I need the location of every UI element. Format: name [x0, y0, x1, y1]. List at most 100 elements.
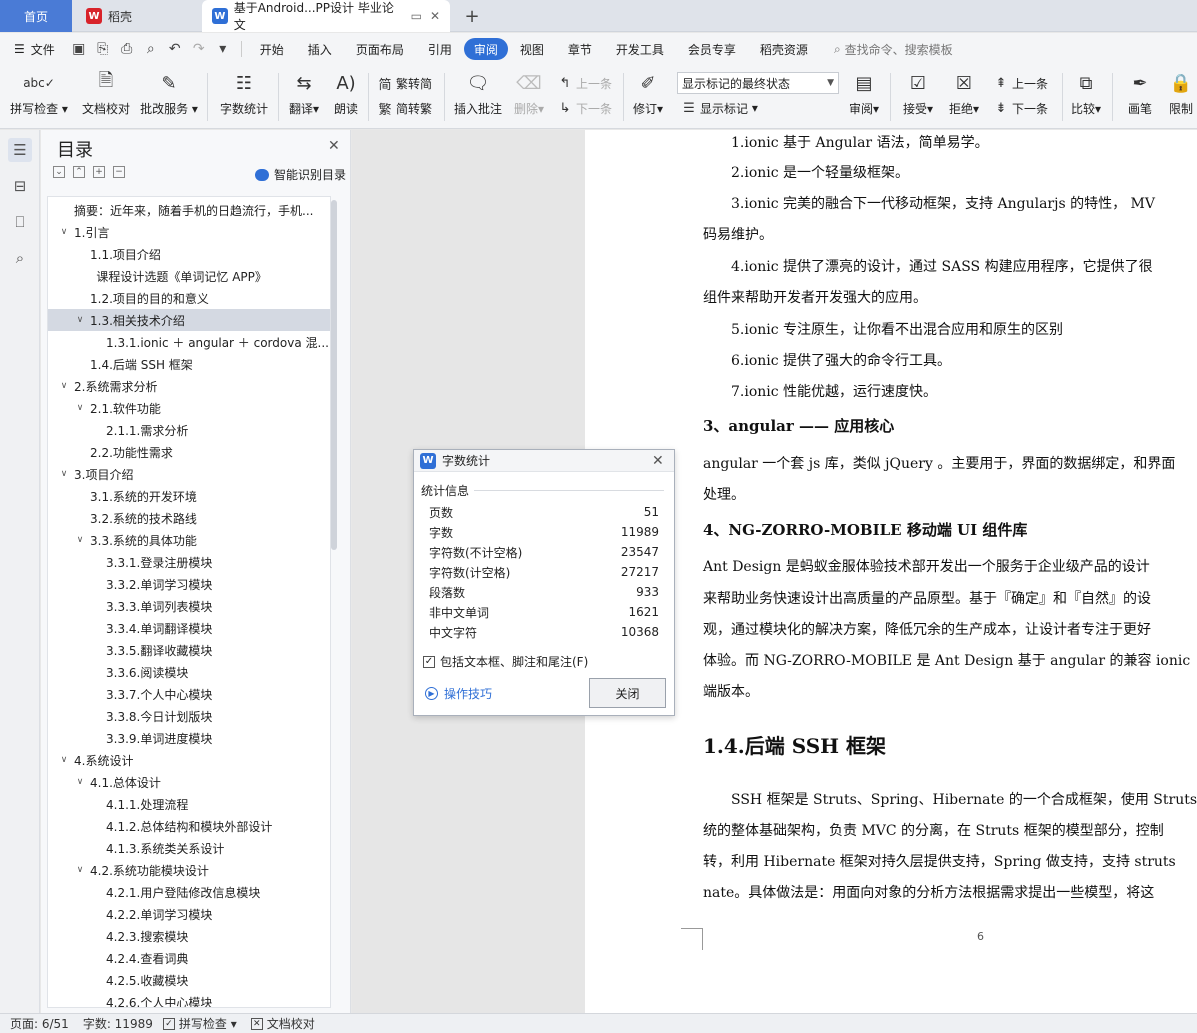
menu-tab[interactable]: 页面布局 — [344, 38, 416, 60]
redo-icon[interactable]: ↷ — [190, 40, 208, 58]
toc-item[interactable]: ∨ 2.系统需求分析 — [48, 375, 330, 397]
document-page[interactable]: 1.ionic 基于 Angular 语法，简单易学。 2.ionic 是一个轻量… — [585, 130, 1197, 1013]
menu-tab[interactable]: 视图 — [508, 38, 556, 60]
chevron-down-icon[interactable]: ∨ — [74, 403, 86, 413]
prev-change-button[interactable]: ⇞ 上一条 — [992, 73, 1048, 93]
toc-item[interactable]: 4.2.5.收藏模块 — [48, 969, 330, 991]
markup-state-select[interactable]: 显示标记的最终状态 ▼ — [677, 72, 839, 94]
tab-active-document[interactable]: W 基于Android...PP设计 毕业论文 ▭ ✕ — [202, 0, 450, 32]
toc-item[interactable]: 4.2.6.个人中心模块 — [48, 991, 330, 1008]
chevron-down-icon[interactable]: ∨ — [74, 535, 86, 545]
bookmark-icon[interactable]: ⎕ — [8, 210, 32, 234]
collapse-all-icon[interactable]: − — [113, 166, 125, 178]
more-icon[interactable]: ▾ — [214, 40, 232, 58]
close-icon[interactable]: ✕ — [652, 453, 664, 469]
menu-tab[interactable]: 开发工具 — [604, 38, 676, 60]
close-button[interactable]: 关闭 — [589, 678, 666, 708]
delete-comment-button[interactable]: ⌫ 删除▾ — [510, 69, 548, 125]
menu-tab[interactable]: 章节 — [556, 38, 604, 60]
prev-comment-button[interactable]: ↰ 上一条 — [556, 73, 612, 93]
word-count-indicator[interactable]: 字数: 11989 — [83, 1015, 153, 1032]
include-textbox-checkbox[interactable]: ✓ 包括文本框、脚注和尾注(F) — [423, 653, 588, 670]
compare-button[interactable]: ⧉ 比较▾ — [1068, 69, 1104, 125]
page-indicator[interactable]: 页面: 6/51 — [10, 1015, 69, 1032]
toc-item[interactable]: 4.1.1.处理流程 — [48, 793, 330, 815]
toc-item[interactable]: 课程设计选题《单词记忆 APP》 — [48, 265, 330, 287]
toc-item[interactable]: 2.2.功能性需求 — [48, 441, 330, 463]
menu-tab[interactable]: 审阅 — [463, 38, 508, 60]
tab-docer[interactable]: W 稻壳 — [76, 0, 196, 32]
collapse-level-icon[interactable]: ⌄ — [53, 166, 65, 178]
toc-item[interactable]: 3.2.系统的技术路线 — [48, 507, 330, 529]
close-icon[interactable]: ✕ — [328, 138, 340, 154]
toc-item[interactable]: ∨ 4.系统设计 — [48, 749, 330, 771]
menu-tab[interactable]: 会员专享 — [676, 38, 748, 60]
toc-item[interactable]: 3.3.9.单词进度模块 — [48, 727, 330, 749]
show-markup-button[interactable]: ☰ 显示标记 ▾ — [680, 98, 758, 118]
toc-item[interactable]: ∨ 3.3.系统的具体功能 — [48, 529, 330, 551]
menu-tab[interactable]: 引用 — [416, 38, 464, 60]
tab-home[interactable]: 首页 — [0, 0, 72, 32]
toc-item[interactable]: 3.3.1.登录注册模块 — [48, 551, 330, 573]
doc-proof-status[interactable]: ✕ 文档校对 — [250, 1015, 315, 1032]
file-menu[interactable]: ☰ 文件 — [0, 38, 67, 60]
toc-item[interactable]: 3.3.3.单词列表模块 — [48, 595, 330, 617]
toc-item[interactable]: 2.1.1.需求分析 — [48, 419, 330, 441]
toc-item[interactable]: 3.3.8.今日计划版块 — [48, 705, 330, 727]
reject-button[interactable]: ☒ 拒绝▾ — [946, 69, 982, 125]
chevron-down-icon[interactable]: ∨ — [74, 865, 86, 875]
chevron-down-icon[interactable]: ∨ — [58, 227, 70, 237]
toc-item[interactable]: 3.3.6.阅读模块 — [48, 661, 330, 683]
smart-toc-button[interactable]: 智能识别目录 — [255, 166, 346, 183]
toc-item[interactable]: 4.1.3.系统类关系设计 — [48, 837, 330, 859]
annotate-service-button[interactable]: ✎ 批改服务 ▾ — [140, 69, 198, 125]
save-icon[interactable]: ▣ — [70, 40, 88, 58]
print-icon[interactable]: ⎙ — [118, 40, 136, 58]
word-count-button[interactable]: ☷ 字数统计 — [218, 69, 270, 125]
toc-item[interactable]: ∨ 2.1.软件功能 — [48, 397, 330, 419]
toc-item[interactable]: 4.2.1.用户登陆修改信息模块 — [48, 881, 330, 903]
toc-item[interactable]: 4.2.2.单词学习模块 — [48, 903, 330, 925]
toc-scrollbar[interactable] — [331, 200, 337, 550]
toc-item[interactable]: 3.1.系统的开发环境 — [48, 485, 330, 507]
expand-all-icon[interactable]: + — [93, 166, 105, 178]
toc-item[interactable]: 1.4.后端 SSH 框架 — [48, 353, 330, 375]
toc-item[interactable]: 1.2.项目的目的和意义 — [48, 287, 330, 309]
toc-item[interactable]: 3.3.5.翻译收藏模块 — [48, 639, 330, 661]
toc-item[interactable]: 1.3.1.ionic ＋ angular ＋ cordova 混... — [48, 331, 330, 353]
revise-button[interactable]: ✐ 修订▾ — [630, 69, 666, 125]
toc-item[interactable]: 4.2.3.搜索模块 — [48, 925, 330, 947]
print-preview-icon[interactable]: ⌕ — [142, 40, 160, 58]
toc-item[interactable]: ∨ 4.2.系统功能模块设计 — [48, 859, 330, 881]
export-pdf-icon[interactable]: ⎘ — [94, 40, 112, 58]
spellcheck-button[interactable]: abc✓ 拼写检查 ▾ — [10, 69, 68, 125]
search-icon[interactable]: ⌕ — [8, 246, 32, 270]
tab-screen-icon[interactable]: ▭ — [411, 9, 422, 23]
tab-close-icon[interactable]: ✕ — [430, 9, 440, 23]
toc-item[interactable]: 4.2.4.查看词典 — [48, 947, 330, 969]
restrict-button[interactable]: 🔒 限制 — [1166, 69, 1196, 125]
toc-item[interactable]: 1.1.项目介绍 — [48, 243, 330, 265]
tips-link[interactable]: ▶ 操作技巧 — [425, 685, 492, 702]
toc-item[interactable]: ∨ 4.1.总体设计 — [48, 771, 330, 793]
spellcheck-status[interactable]: ✓ 拼写检查 ▾ — [162, 1015, 237, 1032]
command-search[interactable]: ⌕ 查找命令、搜索模板 — [834, 41, 953, 58]
add-tab-icon[interactable]: + — [458, 0, 486, 32]
toc-item[interactable]: ∨ 3.项目介绍 — [48, 463, 330, 485]
chevron-down-icon[interactable]: ∨ — [58, 755, 70, 765]
toc-item[interactable]: ∨ 1.引言 — [48, 221, 330, 243]
chevron-down-icon[interactable]: ∨ — [74, 777, 86, 787]
accept-button[interactable]: ☑ 接受▾ — [900, 69, 936, 125]
read-aloud-button[interactable]: A) 朗读 — [330, 69, 362, 125]
chevron-down-icon[interactable]: ∨ — [58, 381, 70, 391]
next-change-button[interactable]: ⇟ 下一条 — [992, 98, 1048, 118]
menu-tab[interactable]: 稻壳资源 — [748, 38, 820, 60]
simp-to-trad-button[interactable]: 繁简转繁 — [376, 98, 432, 118]
toc-item[interactable]: 4.1.2.总体结构和模块外部设计 — [48, 815, 330, 837]
doc-proof-button[interactable]: 🗎 文档校对 — [80, 69, 132, 125]
translate-button[interactable]: ⇆ 翻译▾ — [286, 69, 322, 125]
undo-icon[interactable]: ↶ — [166, 40, 184, 58]
menu-tab[interactable]: 插入 — [296, 38, 344, 60]
menu-tab[interactable]: 开始 — [248, 38, 296, 60]
toc-icon[interactable]: ☰ — [8, 138, 32, 162]
